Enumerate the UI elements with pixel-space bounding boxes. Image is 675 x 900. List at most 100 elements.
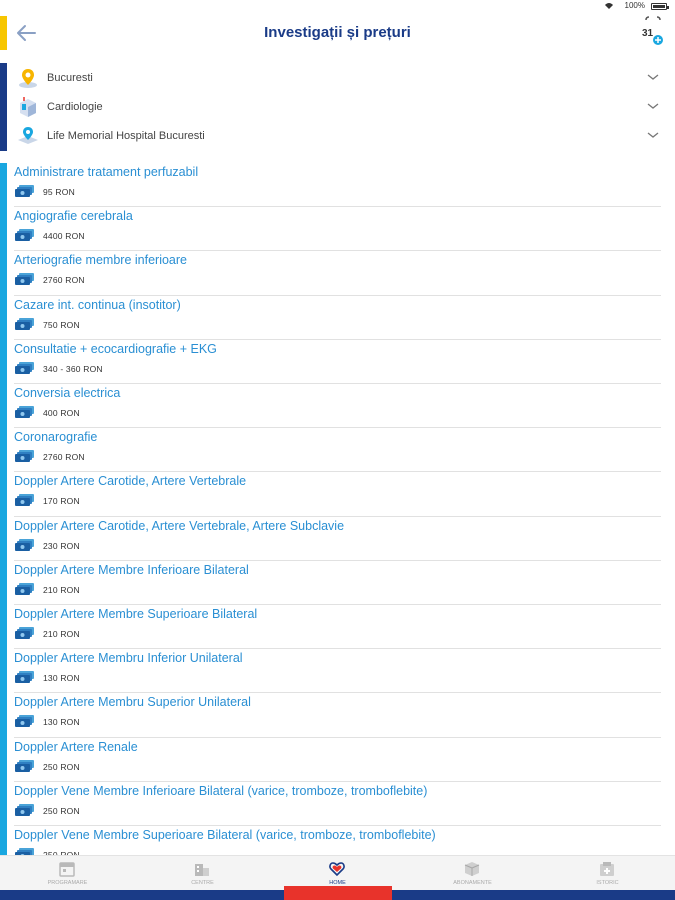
investigation-title: Angiografie cerebrala [14,209,133,224]
list-item[interactable]: Cazare int. continua (insotitor) 750 RON [14,296,661,340]
investigation-title: Doppler Artere Membre Superioare Bilater… [14,607,258,621]
list-item[interactable]: Administrare tratament perfuzabil 95 RON [14,163,661,208]
investigation-price: 250 RON [43,761,80,772]
location-map-icon [18,127,38,144]
investigation-title: Doppler Artere Membru Superior Unilatera… [14,695,251,710]
medical-folder-icon [600,862,614,876]
calendar-icon[interactable]: 31 [640,16,666,48]
medical-box-icon [20,97,36,117]
tab-programare-label: PROGRAMARE [47,880,88,886]
list-item[interactable]: Doppler Artere Membre Superioare Bilater… [14,605,661,650]
investigation-price: 210 RON [43,629,80,639]
investigation-title: Doppler Artere Carotide, Artere Vertebra… [14,518,345,533]
filter-hospital[interactable]: Life Memorial Hospital Bucuresti [14,122,664,150]
list-item[interactable]: Doppler Vene Membre Inferioare Bilateral… [14,782,661,826]
status-bar: 100% [0,0,675,12]
investigation-title: Administrare tratament perfuzabil [14,165,199,179]
list-accent-bar [0,163,7,855]
tab-centre-label: CENTRE [191,880,214,886]
tab-programare[interactable]: PROGRAMARE [0,856,135,892]
money-icon [15,406,34,418]
tab-istoric[interactable]: ISTORIC [540,856,675,892]
investigation-price: 4400 RON [43,231,85,242]
investigation-price: 170 RON [43,496,80,507]
list-item[interactable]: Doppler Artere Carotide, Artere Vertebra… [14,472,661,517]
investigation-price: 130 RON [43,717,80,728]
filter-hospital-label: Life Memorial Hospital Bucuresti [47,130,205,142]
chevron-down-icon [647,74,659,80]
investigation-price: 750 RON [43,319,80,330]
money-icon [15,627,34,639]
list-item[interactable]: Doppler Artere Membru Inferior Unilatera… [14,649,661,694]
investigation-title: Coronarografie [14,430,98,445]
filter-specialty-label: Cardiologie [47,101,103,113]
money-icon [15,317,34,330]
battery-icon [651,3,669,10]
tab-istoric-label: ISTORIC [596,880,619,886]
money-icon [15,803,34,816]
investigation-title: Doppler Artere Membre Inferioare Bilater… [14,562,249,577]
investigation-title: Consultatie + ecocardiografie + EKG [14,341,217,356]
chevron-down-icon [647,132,659,138]
map-pin-icon [19,69,37,88]
investigation-price: 130 RON [43,673,80,684]
investigation-title: Doppler Artere Renale [14,739,138,754]
filter-specialty[interactable]: Cardiologie [14,93,664,121]
battery-percentage: 100% [624,1,645,10]
investigation-title: Doppler Artere Carotide, Artere Vertebra… [14,474,247,489]
package-icon [464,862,480,876]
tab-abonamente-label: ABONAMENTE [453,880,492,886]
money-icon [15,848,34,855]
money-icon [15,715,34,728]
investigation-price: 210 RON [43,584,80,595]
tab-centre[interactable]: CENTRE [135,856,270,892]
investigation-price: 250 RON [43,805,80,816]
tab-abonamente[interactable]: ABONAMENTE [405,856,540,892]
list-item[interactable]: Doppler Artere Membru Superior Unilatera… [14,693,661,738]
active-tab-indicator [284,886,392,900]
money-icon [15,671,34,684]
filters-panel: Bucuresti Cardiologie Life Memorial Hosp… [0,63,675,151]
list-item[interactable]: Doppler Artere Carotide, Artere Vertebra… [14,517,661,561]
money-icon [15,273,34,286]
investigation-price: 95 RON [43,187,75,197]
investigation-price: 340 - 360 RON [43,363,103,374]
investigation-title: Doppler Vene Membre Inferioare Bilateral… [14,783,428,798]
list-item[interactable]: Consultatie + ecocardiografie + EKG 340 -… [14,340,661,384]
money-icon [15,759,34,772]
page-title: Investigații și prețuri [264,24,411,41]
investigation-title: Doppler Artere Membru Inferior Unilatera… [14,651,243,666]
investigations-list[interactable]: Administrare tratament perfuzabil 95 RON A… [0,163,675,855]
investigation-price: 230 RON [43,540,80,551]
wifi-icon [605,3,613,9]
filter-city-label: Bucuresti [47,72,93,84]
list-item[interactable]: Conversia electrica 400 RON [14,384,661,429]
money-icon [15,361,34,374]
money-icon [15,450,34,463]
money-icon [15,185,34,197]
investigation-title: Cazare int. continua (insotitor) [14,297,181,312]
money-icon [15,538,34,551]
filter-city[interactable]: Bucuresti [14,64,664,92]
investigation-price: 2760 RON [43,275,85,286]
filters-accent-bar [0,63,7,151]
investigation-price: 400 RON [43,408,80,418]
money-icon [15,582,34,595]
calendar-icon [59,862,75,877]
money-icon [15,494,34,507]
investigation-price: 2760 RON [43,452,85,463]
list-item[interactable]: Coronarografie 2760 RON [14,428,661,473]
app-header: Investigații și prețuri 31 [0,12,675,54]
list-item[interactable]: Doppler Vene Membre Superioare Bilateral… [14,826,661,855]
list-item[interactable]: Arteriografie membre inferioare 2760 RON [14,251,661,296]
investigation-title: Conversia electrica [14,386,121,400]
calendar-badge: 31 [642,28,654,39]
chevron-down-icon [647,103,659,109]
list-item[interactable]: Doppler Artere Membre Inferioare Bilater… [14,561,661,605]
investigation-title: Arteriografie membre inferioare [14,253,187,268]
list-item[interactable]: Doppler Artere Renale 250 RON [14,738,661,782]
heart-icon [329,862,345,877]
investigation-title: Doppler Vene Membre Superioare Bilateral… [14,828,436,842]
building-icon [195,864,209,876]
list-item[interactable]: Angiografie cerebrala 4400 RON [14,207,661,252]
